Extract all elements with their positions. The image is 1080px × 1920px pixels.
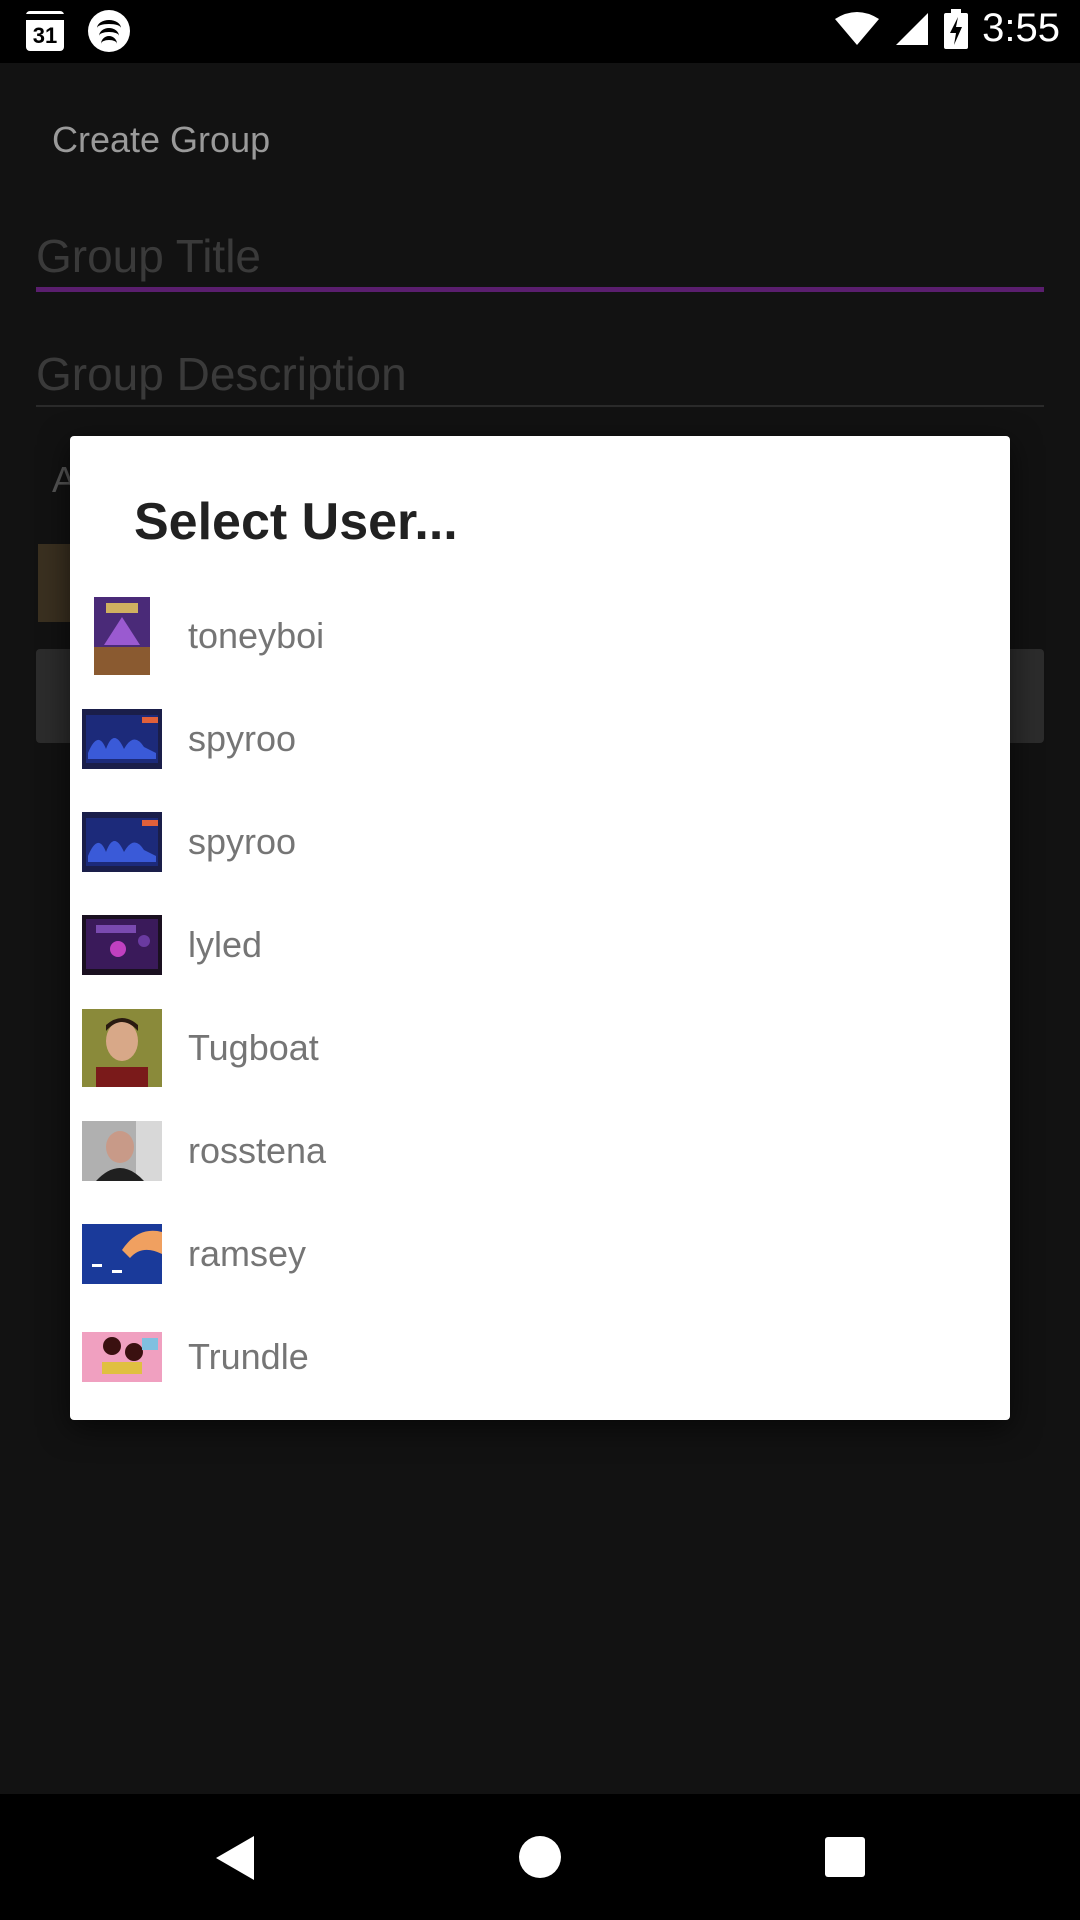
user-avatar [82, 708, 162, 769]
user-item[interactable]: ramsey [70, 1202, 1010, 1305]
user-avatar [94, 596, 150, 675]
calendar-day: 31 [32, 23, 58, 48]
home-icon[interactable] [519, 1836, 561, 1878]
user-item[interactable]: lyled [70, 893, 1010, 996]
user-item[interactable]: spyroo [70, 687, 1010, 790]
user-item[interactable]: Trundle [70, 1305, 1010, 1408]
user-item[interactable]: toneyboi [70, 584, 1010, 687]
user-avatar [82, 914, 162, 975]
user-avatar [82, 1223, 162, 1284]
clock: 3:55 [982, 6, 1060, 50]
select-user-dialog: Select User... toneyboi spyroo spyroo ly… [70, 436, 1010, 1420]
user-name: rosstena [188, 1129, 327, 1171]
user-avatar [82, 811, 162, 872]
back-icon[interactable] [216, 1836, 254, 1880]
user-name: Trundle [188, 1335, 309, 1377]
battery-charging-icon [944, 8, 969, 49]
user-name: lyled [188, 923, 263, 965]
user-name: toneyboi [188, 614, 325, 656]
user-item[interactable]: Tugboat [70, 996, 1010, 1099]
user-name: spyroo [188, 717, 297, 759]
user-item[interactable]: spyroo [70, 790, 1010, 893]
user-avatar [82, 1331, 162, 1382]
user-avatar [82, 1008, 162, 1087]
calendar-icon: 31 [26, 11, 64, 51]
user-avatar [82, 1120, 162, 1181]
spotify-icon [88, 10, 130, 52]
navigation-bar [0, 1794, 1080, 1920]
signal-icon [896, 12, 929, 45]
recent-apps-icon[interactable] [825, 1837, 865, 1877]
user-name: Tugboat [188, 1026, 319, 1068]
user-name: ramsey [188, 1232, 307, 1274]
user-list: toneyboi spyroo spyroo lyled Tugboat ros… [70, 584, 1010, 1408]
user-item[interactable]: rosstena [70, 1099, 1010, 1202]
dialog-title: Select User... [134, 493, 458, 551]
user-name: spyroo [188, 820, 297, 862]
status-bar: 31 3:55 [0, 0, 1080, 63]
wifi-icon [835, 11, 880, 45]
